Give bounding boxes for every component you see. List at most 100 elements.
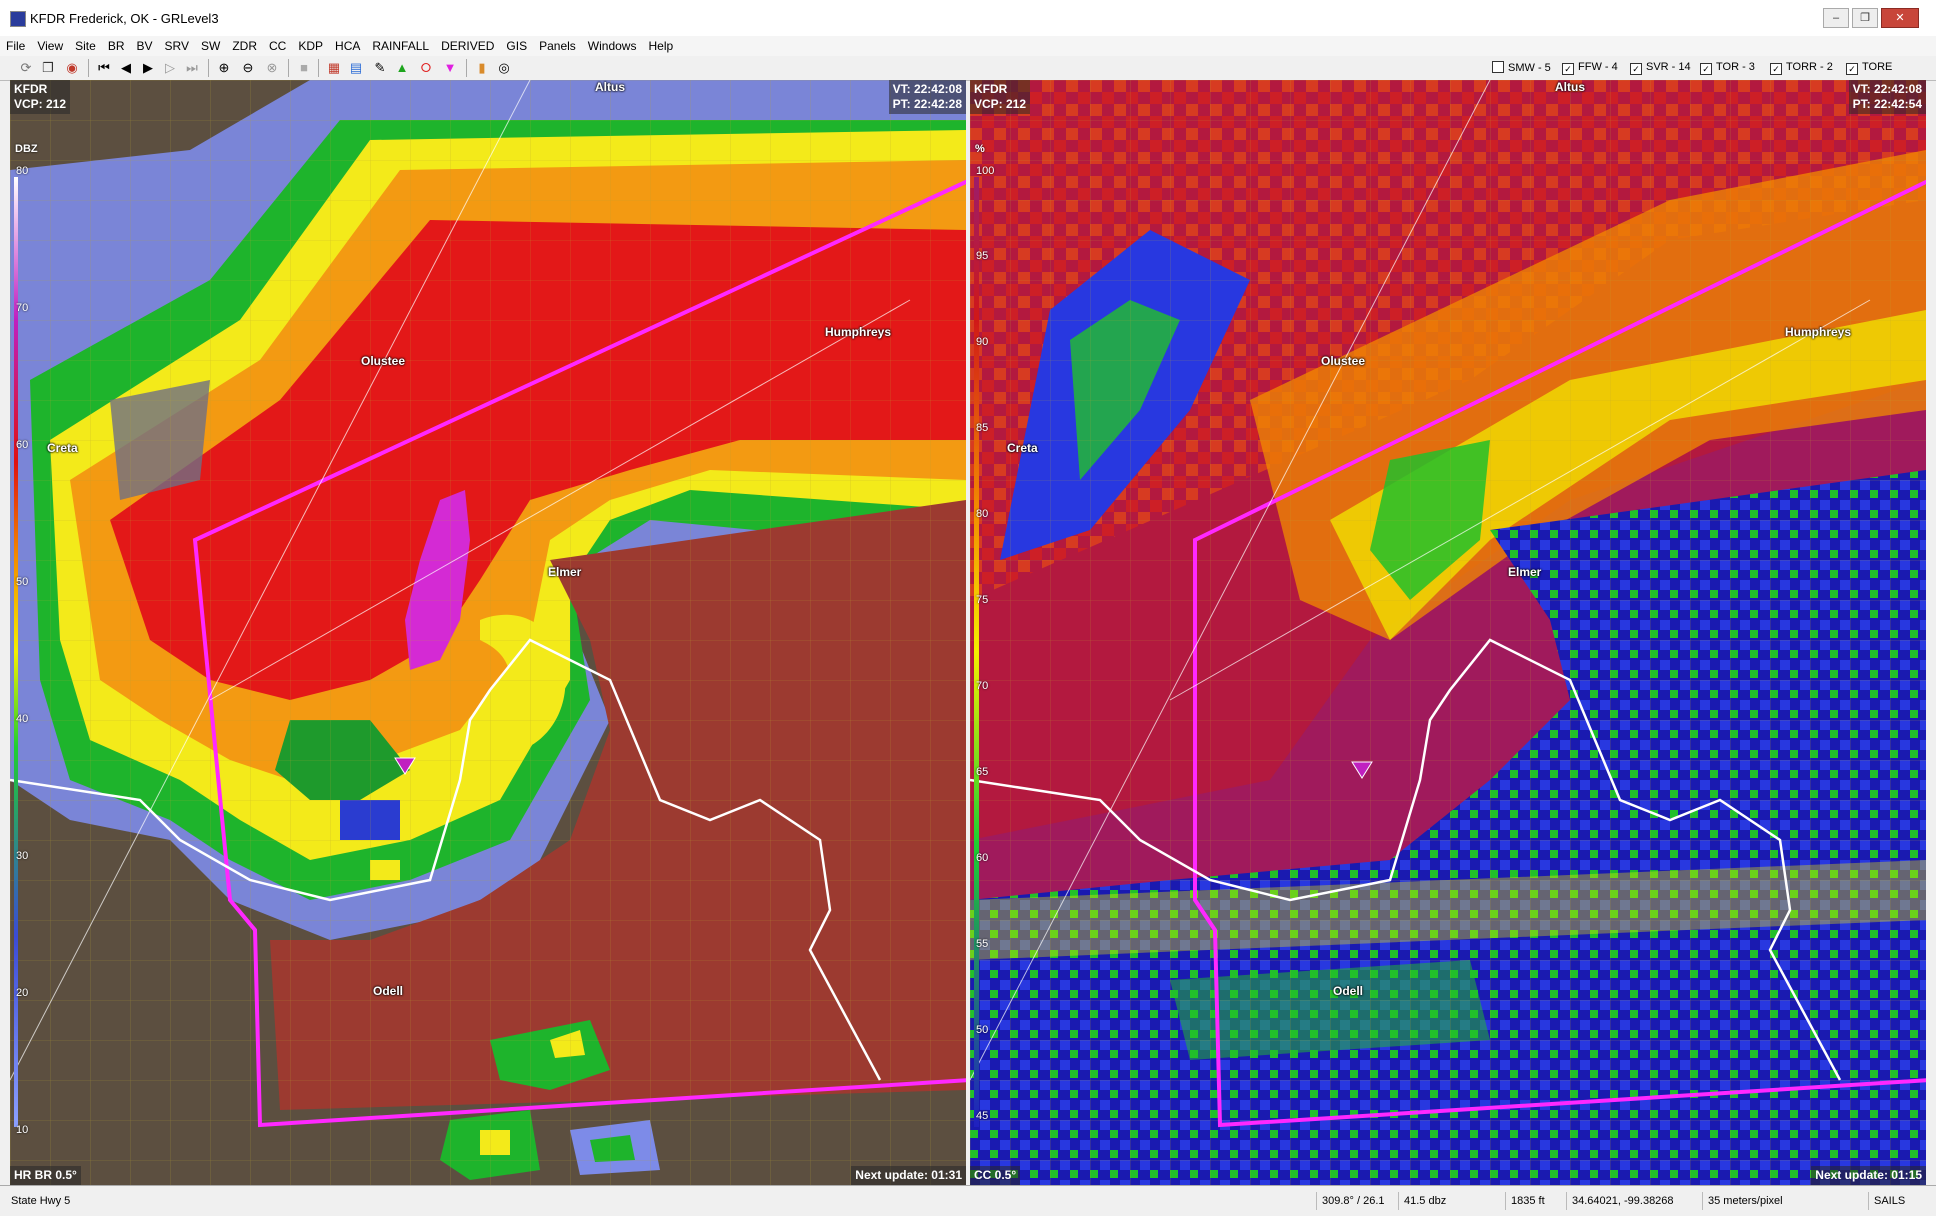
checkbox-tore[interactable]: ✓ xyxy=(1846,63,1858,75)
triangle-green-icon[interactable]: ▲ xyxy=(394,60,410,76)
triangle-magenta-icon[interactable]: ▼ xyxy=(442,60,458,76)
toggle-torr[interactable]: ✓ TORR - 2 xyxy=(1770,61,1833,75)
menu-zdr[interactable]: ZDR xyxy=(226,36,263,53)
play-icon[interactable]: ▶ xyxy=(140,60,156,76)
product-time: PT: 22:42:28 xyxy=(892,97,962,111)
menu-site[interactable]: Site xyxy=(69,36,102,53)
copy-icon[interactable]: ❐ xyxy=(40,60,56,76)
reflectivity-map[interactable] xyxy=(10,80,966,1185)
legend-tick: 50 xyxy=(16,576,29,588)
close-button[interactable]: ✕ xyxy=(1881,8,1919,28)
status-feature: State Hwy 5 xyxy=(11,1195,71,1207)
product-label: HR BR 0.5° xyxy=(10,1166,81,1185)
status-height: 1835 ft xyxy=(1505,1192,1571,1210)
next-update: Next update: 01:31 xyxy=(851,1166,966,1185)
menu-br[interactable]: BR xyxy=(102,36,131,53)
vcp: VCP: 212 xyxy=(14,97,67,111)
last-frame-icon[interactable]: ⏭ xyxy=(184,60,200,76)
city-olustee: Olustee xyxy=(361,354,406,368)
menu-file[interactable]: File xyxy=(0,36,31,53)
bookmark-icon[interactable]: ▮ xyxy=(474,60,490,76)
cc-map[interactable] xyxy=(970,80,1926,1185)
menu-view[interactable]: View xyxy=(31,36,69,53)
city-humphreys: Humphreys xyxy=(825,325,892,339)
checkbox-ffw[interactable]: ✓ xyxy=(1562,63,1574,75)
legend-tick: 60 xyxy=(976,852,989,864)
grlevel3-window: KFDR Frederick, OK - GRLevel3 ‒ ❐ ✕ File… xyxy=(0,0,1936,1216)
target-icon[interactable]: ◎ xyxy=(496,60,512,76)
menu-bar: File View Site BR BV SRV SW ZDR CC KDP HCA RAINFALL… xyxy=(0,36,1936,56)
color-table-icon[interactable]: ▦ xyxy=(326,60,342,76)
city-creta: Creta xyxy=(1007,441,1038,455)
minimize-button[interactable]: ‒ xyxy=(1823,8,1849,28)
checkbox-svr[interactable]: ✓ xyxy=(1630,63,1642,75)
first-frame-icon[interactable]: ⏮ xyxy=(96,60,112,76)
legend-tick: 70 xyxy=(976,680,989,692)
site-id: KFDR xyxy=(974,82,1008,96)
zoom-reset-icon[interactable]: ⊗ xyxy=(264,60,280,76)
app-icon xyxy=(10,11,26,27)
legend-tick: 70 xyxy=(16,302,29,314)
radar-panel-cc[interactable]: KFDR VCP: 212 VT: 22:42:08 PT: 22:42:54 … xyxy=(970,80,1926,1185)
window-title: KFDR Frederick, OK - GRLevel3 xyxy=(30,11,219,26)
checkbox-tor[interactable]: ✓ xyxy=(1700,63,1712,75)
radar-panel-reflectivity[interactable]: KFDR VCP: 212 VT: 22:42:08 PT: 22:42:28 … xyxy=(10,80,966,1185)
pencil-icon[interactable]: ✎ xyxy=(372,60,388,76)
stop-icon[interactable]: ■ xyxy=(296,60,312,76)
legend-tick: 20 xyxy=(16,987,29,999)
layers-icon[interactable]: ▤ xyxy=(348,60,364,76)
dbz-color-bar xyxy=(14,177,18,1127)
menu-windows[interactable]: Windows xyxy=(582,36,643,53)
vcp: VCP: 212 xyxy=(974,97,1027,111)
legend-tick: 85 xyxy=(976,422,989,434)
menu-kdp[interactable]: KDP xyxy=(292,36,329,53)
city-elmer: Elmer xyxy=(548,565,582,579)
toggle-smw[interactable]: SMW - 5 xyxy=(1492,61,1551,74)
zoom-in-icon[interactable]: ⊕ xyxy=(216,60,232,76)
menu-sw[interactable]: SW xyxy=(195,36,226,53)
menu-help[interactable]: Help xyxy=(642,36,679,53)
circle-red-icon[interactable]: ⭘ xyxy=(418,60,434,76)
city-olustee: Olustee xyxy=(1321,354,1366,368)
status-latlon: 34.64021, -99.38268 xyxy=(1566,1192,1707,1210)
menu-derived[interactable]: DERIVED xyxy=(435,36,500,53)
menu-gis[interactable]: GIS xyxy=(500,36,533,53)
status-azimuth-range: 309.8° / 26.1 nm xyxy=(1316,1192,1402,1216)
menu-panels[interactable]: Panels xyxy=(533,36,582,53)
legend-tick: 10 xyxy=(16,1124,29,1136)
menu-cc[interactable]: CC xyxy=(263,36,292,53)
checkbox-torr[interactable]: ✓ xyxy=(1770,63,1782,75)
menu-hca[interactable]: HCA xyxy=(329,36,366,53)
toggle-tore[interactable]: ✓ TORE xyxy=(1846,61,1892,75)
legend-tick: 60 xyxy=(16,439,29,451)
toolbar: ⟳ ❐ ◉ ⏮ ◀ ▶ ▷ ⏭ ⊕ ⊖ ⊗ ■ ▦ ▤ ✎ ▲ ⭘ ▼ ▮ ◎ … xyxy=(0,56,1936,81)
legend-tick: 75 xyxy=(976,594,989,606)
legend-tick: 50 xyxy=(976,1024,989,1036)
menu-srv[interactable]: SRV xyxy=(159,36,195,53)
legend-unit: % xyxy=(975,143,985,155)
zoom-out-icon[interactable]: ⊖ xyxy=(240,60,256,76)
menu-rainfall[interactable]: RAINFALL xyxy=(366,36,435,53)
menu-bv[interactable]: BV xyxy=(131,36,159,53)
city-altus: Altus xyxy=(1555,80,1585,94)
refresh-icon[interactable]: ⟳ xyxy=(18,60,34,76)
city-odell: Odell xyxy=(1333,984,1364,998)
next-frame-icon[interactable]: ▷ xyxy=(162,60,178,76)
legend-tick: 40 xyxy=(16,713,29,725)
legend-tick: 80 xyxy=(976,508,989,520)
product-time: PT: 22:42:54 xyxy=(1852,97,1922,111)
toggle-tor[interactable]: ✓ TOR - 3 xyxy=(1700,61,1755,75)
toggle-ffw[interactable]: ✓ FFW - 4 xyxy=(1562,61,1618,75)
maximize-button[interactable]: ❐ xyxy=(1852,8,1878,28)
toggle-svr[interactable]: ✓ SVR - 14 xyxy=(1630,61,1691,75)
legend-tick: 30 xyxy=(16,850,29,862)
checkbox-smw[interactable] xyxy=(1492,61,1504,73)
site-info-box: KFDR VCP: 212 xyxy=(970,80,1031,114)
valid-time: VT: 22:42:08 xyxy=(892,82,962,96)
city-altus: Altus xyxy=(595,80,625,94)
cc-color-bar xyxy=(974,177,979,1127)
prev-frame-icon[interactable]: ◀ xyxy=(118,60,134,76)
city-creta: Creta xyxy=(47,441,78,455)
county-grid xyxy=(10,80,966,1185)
radar-site-icon[interactable]: ◉ xyxy=(64,60,80,76)
